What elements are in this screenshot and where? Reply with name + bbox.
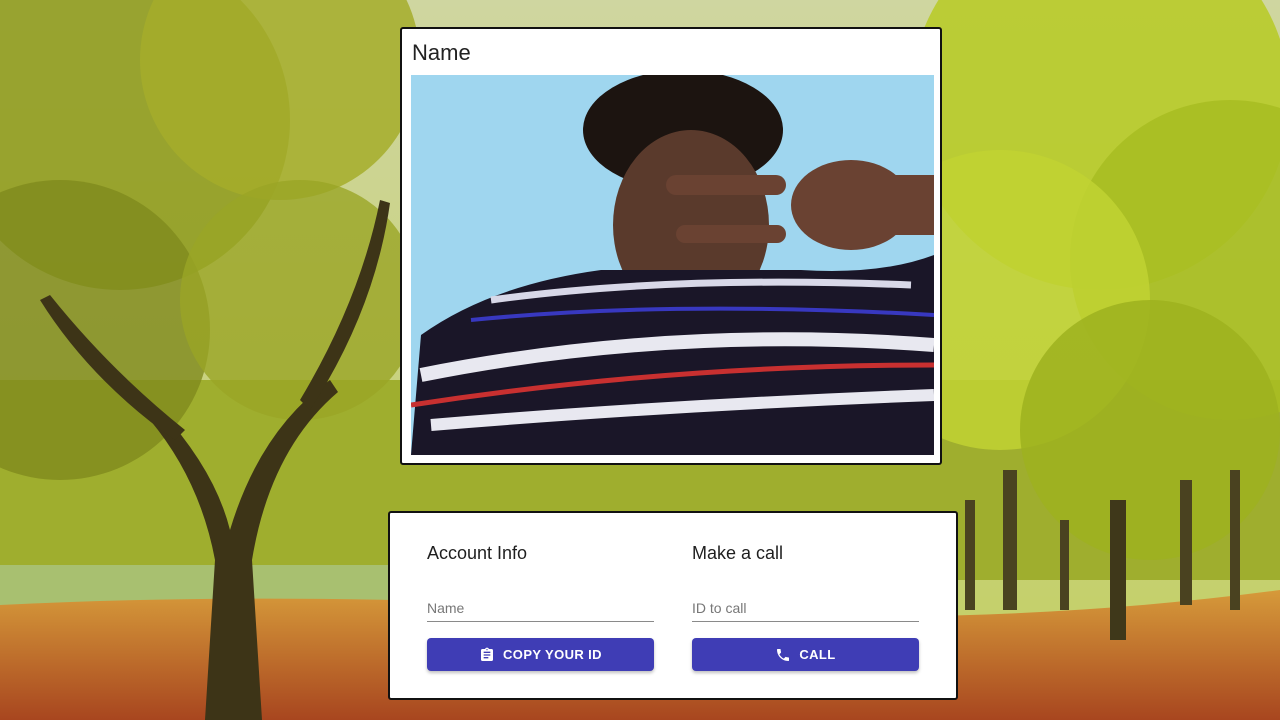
video-card: Name [400,27,942,465]
call-button-label: CALL [799,647,836,662]
call-panel: Account Info COPY YOUR ID Make a call [388,511,958,700]
id-to-call-input[interactable] [692,595,919,622]
name-input[interactable] [427,595,654,622]
video-name-label: Name [412,40,471,65]
make-call-section: Make a call CALL [692,513,919,698]
webcam-image [411,75,934,455]
make-call-title: Make a call [692,543,784,563]
call-button[interactable]: CALL [692,638,919,671]
account-info-title: Account Info [427,543,528,563]
copy-id-button-label: COPY YOUR ID [503,647,602,662]
account-info-section: Account Info COPY YOUR ID [427,513,654,698]
app-stage: Name Account Info Name COPY YOUR ID Make… [0,0,1280,720]
phone-icon [775,647,791,663]
copy-id-button[interactable]: COPY YOUR ID [427,638,654,671]
clipboard-icon [479,647,495,663]
video-feed [411,75,934,455]
